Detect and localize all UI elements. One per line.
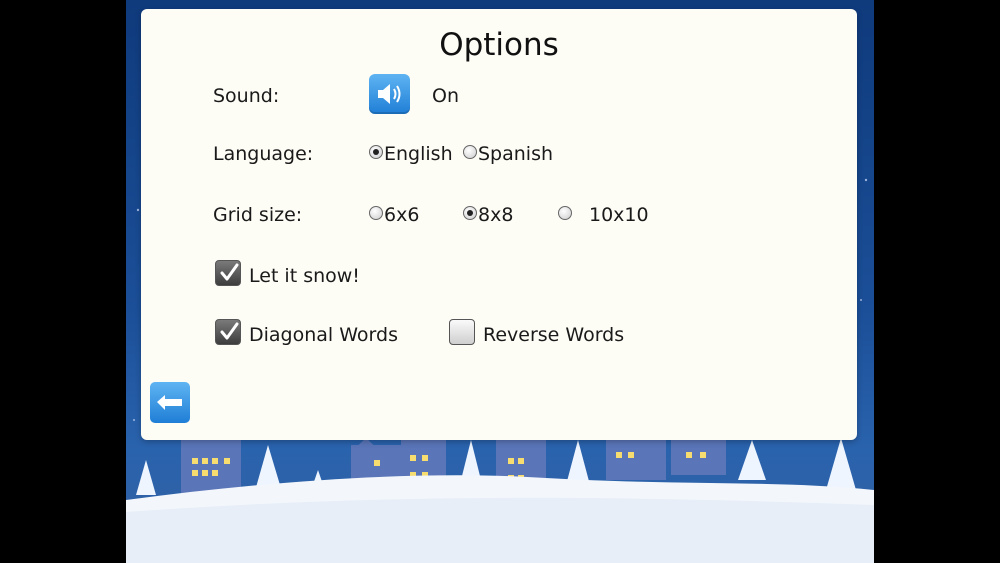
radio-8x8[interactable]	[463, 206, 477, 220]
checkmark-icon	[220, 263, 239, 281]
language-label: Language:	[213, 143, 314, 165]
grid-size-label: Grid size:	[213, 204, 303, 226]
language-option-english[interactable]: English	[369, 143, 453, 165]
speaker-icon	[378, 84, 401, 104]
back-button[interactable]	[150, 382, 190, 423]
grid-option-8x8[interactable]: 8x8	[463, 204, 513, 226]
snow-label: Let it snow!	[249, 265, 360, 287]
page-title: Options	[439, 27, 559, 63]
diagonal-words-checkbox[interactable]	[215, 319, 241, 345]
sound-toggle-button[interactable]	[369, 74, 410, 114]
grid-option-label: 8x8	[478, 204, 514, 226]
back-arrow-icon	[157, 395, 182, 410]
radio-spanish[interactable]	[463, 145, 477, 159]
reverse-words-label: Reverse Words	[483, 324, 625, 346]
sound-label: Sound:	[213, 85, 280, 107]
radio-english[interactable]	[369, 145, 383, 159]
grid-option-label: 6x6	[384, 204, 420, 226]
language-option-spanish[interactable]: Spanish	[463, 143, 553, 165]
reverse-words-checkbox[interactable]	[449, 319, 475, 345]
sound-status: On	[432, 85, 459, 107]
options-panel: Options Sound: On Language: English Span…	[141, 9, 857, 440]
grid-option-10x10[interactable]: 10x10	[558, 204, 649, 226]
grid-option-6x6[interactable]: 6x6	[369, 204, 419, 226]
checkmark-icon	[220, 322, 239, 340]
radio-10x10[interactable]	[558, 206, 572, 220]
language-option-label: English	[384, 143, 453, 165]
radio-6x6[interactable]	[369, 206, 383, 220]
diagonal-words-label: Diagonal Words	[249, 324, 398, 346]
language-option-label: Spanish	[478, 143, 554, 165]
grid-option-label: 10x10	[589, 204, 649, 226]
snow-checkbox[interactable]	[215, 260, 241, 286]
